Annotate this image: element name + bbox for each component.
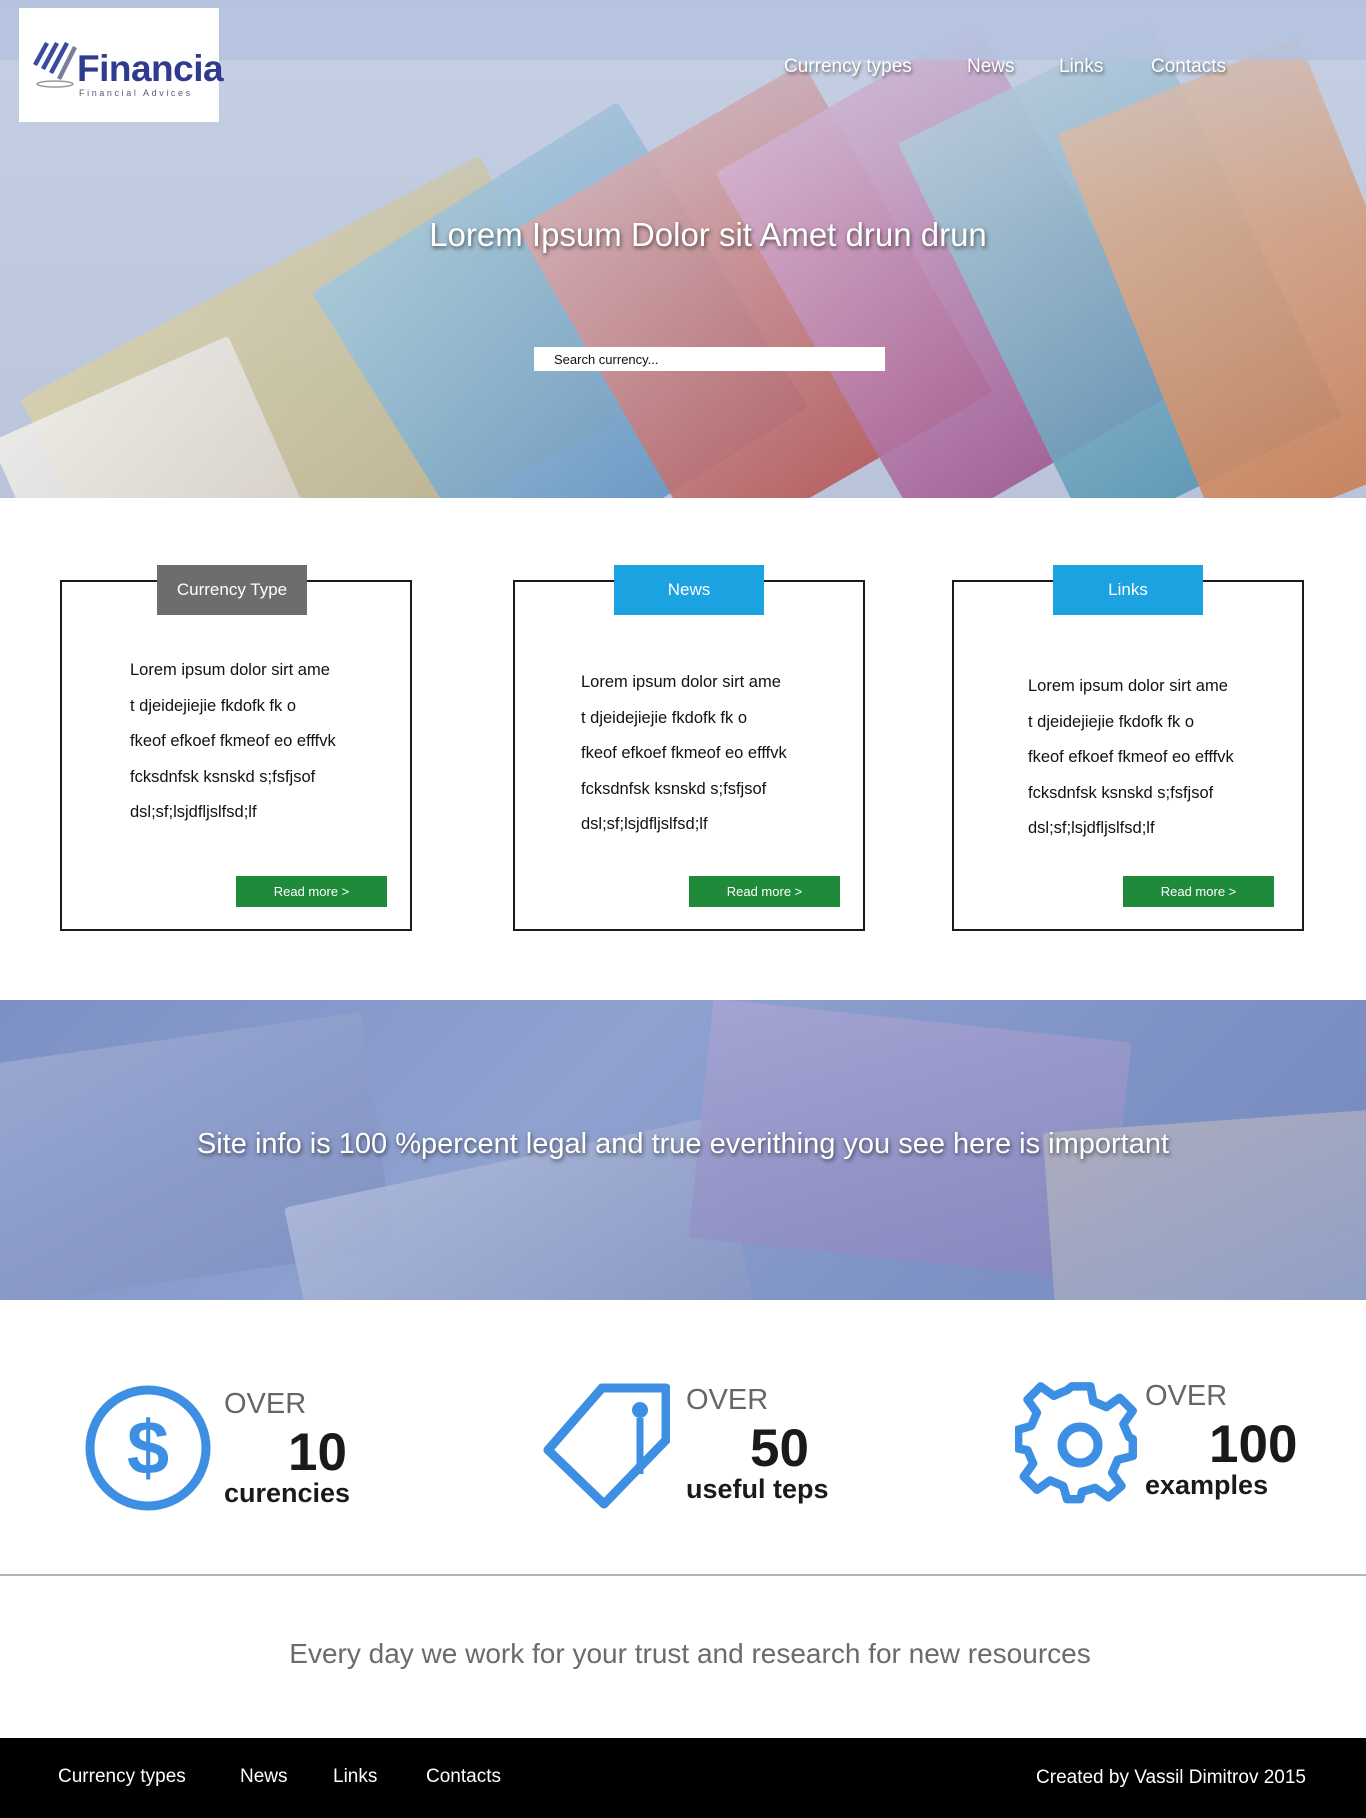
top-nav: Currency types News Links Contacts — [766, 56, 1366, 86]
banner-text: Site info is 100 %percent legal and true… — [196, 1128, 1170, 1160]
footer: Currency types News Links Contacts Creat… — [0, 1738, 1366, 1818]
card-links: Links Lorem ipsum dolor sirt ame t djeid… — [952, 565, 1304, 931]
read-more-button[interactable]: Read more > — [689, 876, 840, 907]
card-text: Lorem ipsum dolor sirt ame t djeidejieji… — [1028, 677, 1234, 837]
svg-text:$: $ — [127, 1406, 169, 1491]
nav-link-links[interactable]: Links — [1059, 56, 1103, 78]
hero-title: Lorem Ipsum Dolor sit Amet drun drun — [429, 216, 987, 253]
search-input[interactable] — [534, 347, 885, 371]
card-tab-news[interactable]: News — [614, 565, 764, 615]
stat-over-label: OVER — [686, 1384, 769, 1416]
logo-mark-icon — [33, 42, 77, 88]
card-text: Lorem ipsum dolor sirt ame t djeidejieji… — [581, 673, 787, 833]
card-currency-type: Currency Type Lorem ipsum dolor sirt ame… — [60, 565, 412, 931]
card-tab-currency-type[interactable]: Currency Type — [157, 565, 307, 615]
nav-link-news[interactable]: News — [967, 56, 1015, 78]
logo-tagline: Financial Advices — [79, 88, 193, 98]
logo[interactable]: Financia Financial Advices — [19, 8, 224, 122]
logo-name: Financia — [77, 48, 224, 89]
card-text: Lorem ipsum dolor sirt ame t djeidejieji… — [130, 661, 336, 821]
card-tab-links[interactable]: Links — [1053, 565, 1203, 615]
stat-number: 10 — [288, 1423, 347, 1482]
stat-over-label: OVER — [1145, 1380, 1228, 1412]
gear-icon — [1015, 1382, 1138, 1504]
hero-section: Financia Financial Advices Currency type… — [0, 0, 1366, 498]
stat-tips: OVER 50 useful teps — [540, 1380, 870, 1520]
stat-currencies: $ OVER 10 curencies — [84, 1380, 404, 1520]
read-more-button[interactable]: Read more > — [236, 876, 387, 907]
divider — [0, 1574, 1366, 1576]
stat-examples: OVER 100 examples — [1015, 1380, 1355, 1520]
card-news: News Lorem ipsum dolor sirt ame t djeide… — [513, 565, 865, 931]
tagline: Every day we work for your trust and res… — [289, 1638, 1091, 1669]
footer-link-news[interactable]: News — [240, 1766, 288, 1788]
footer-link-contacts[interactable]: Contacts — [426, 1766, 501, 1788]
stat-number: 50 — [750, 1419, 809, 1478]
dollar-icon: $ — [85, 1385, 211, 1511]
stat-over-label: OVER — [224, 1388, 307, 1420]
info-banner: Site info is 100 %percent legal and true… — [0, 1000, 1366, 1300]
read-more-button[interactable]: Read more > — [1123, 876, 1274, 907]
footer-credit: Created by Vassil Dimitrov 2015 — [1036, 1767, 1306, 1788]
footer-link-currency-types[interactable]: Currency types — [58, 1766, 186, 1788]
nav-link-currency-types[interactable]: Currency types — [784, 56, 912, 78]
tag-icon — [543, 1383, 670, 1509]
stat-label: useful teps — [686, 1474, 829, 1504]
stat-label: examples — [1145, 1470, 1269, 1500]
stat-number: 100 — [1209, 1415, 1298, 1474]
footer-link-links[interactable]: Links — [333, 1766, 377, 1788]
nav-link-contacts[interactable]: Contacts — [1151, 56, 1226, 78]
stat-label: curencies — [224, 1478, 351, 1508]
